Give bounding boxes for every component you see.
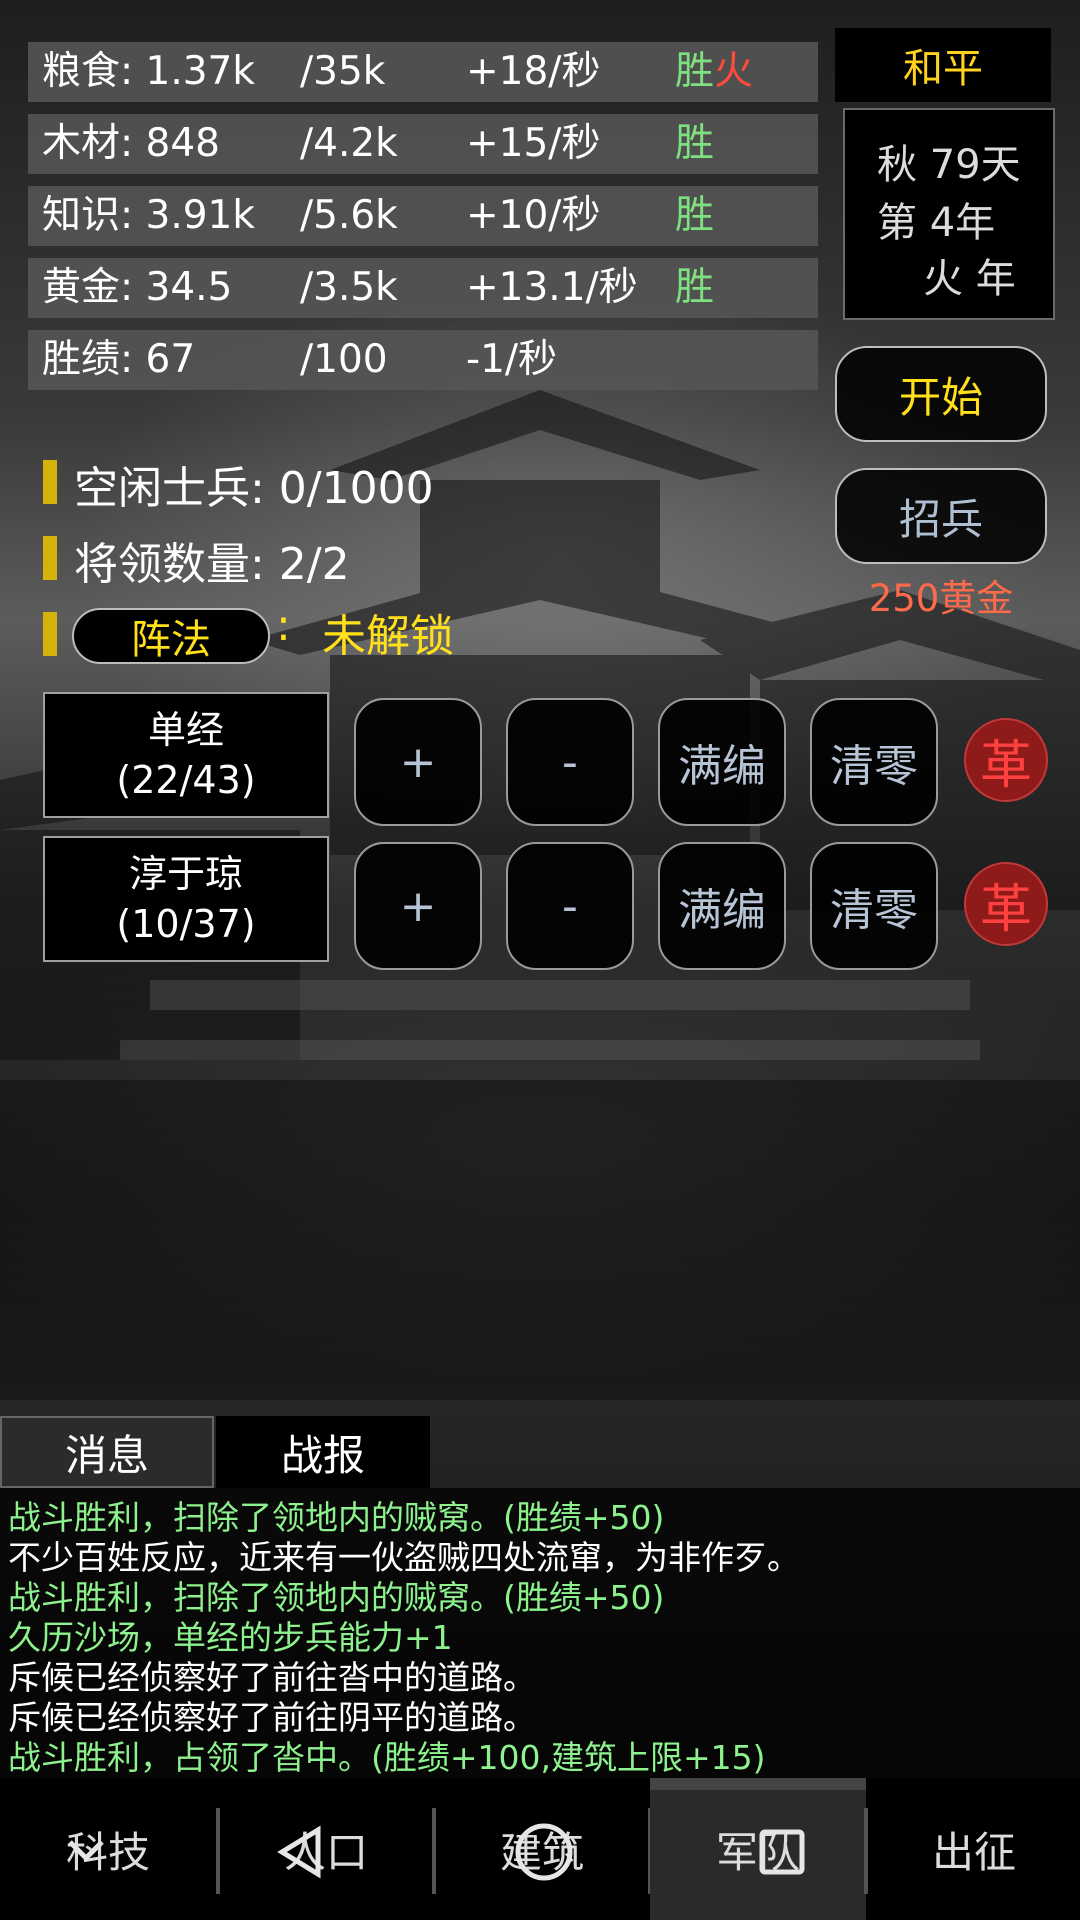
- resource-row-victory: 胜绩: 67 /100 -1/秒: [28, 330, 818, 390]
- resource-name: 胜绩: 67: [42, 337, 196, 382]
- general-count: 将领数量: 2/2: [74, 539, 350, 590]
- resource-rate: +10/秒: [466, 193, 601, 238]
- bullet-marker: [43, 460, 57, 504]
- dismiss-general-button[interactable]: 革: [964, 718, 1048, 802]
- resource-cap: /4.2k: [300, 121, 398, 166]
- log-line: 战斗胜利，占领了沓中。(胜绩+100,建筑上限+15): [8, 1738, 766, 1777]
- general-card[interactable]: 淳于琼 (10/37): [43, 836, 329, 962]
- general-card[interactable]: 单经 (22/43): [43, 692, 329, 818]
- calendar-year: 第 4年: [877, 200, 996, 246]
- general-troops: (22/43): [116, 758, 256, 802]
- resource-name: 木材: 848: [42, 121, 220, 166]
- resource-name: 知识: 3.91k: [42, 193, 255, 238]
- formation-status: 未解锁: [322, 611, 454, 662]
- log-line: 不少百姓反应，近来有一伙盗贼四处流窜，为非作歹。: [8, 1538, 800, 1577]
- home-icon[interactable]: [510, 1818, 578, 1886]
- fill-troops-button[interactable]: 满编: [658, 698, 786, 826]
- log-line: 战斗胜利，扫除了领地内的贼窝。(胜绩+50): [8, 1498, 665, 1537]
- peace-status-badge: 和平: [835, 28, 1051, 102]
- resource-cap: /3.5k: [300, 265, 398, 310]
- resource-status: 胜: [675, 121, 715, 166]
- general-name: 单经: [147, 708, 224, 752]
- recruit-cost: 250黄金: [868, 577, 1014, 620]
- resource-status: 胜火: [675, 49, 754, 94]
- active-tab-indicator: [650, 1778, 866, 1790]
- resource-cap: /35k: [300, 49, 386, 94]
- resource-status: 胜: [675, 265, 715, 310]
- resource-rate: +18/秒: [466, 49, 601, 94]
- log-line: 斥候已经侦察好了前往沓中的道路。: [8, 1658, 536, 1697]
- tab-messages[interactable]: 消息: [0, 1416, 214, 1488]
- calendar-season-day: 秋 79天: [877, 142, 1021, 188]
- chevron-down-icon[interactable]: [66, 1836, 106, 1866]
- clear-troops-button[interactable]: 清零: [810, 842, 938, 970]
- remove-troops-button[interactable]: -: [506, 698, 634, 826]
- back-icon[interactable]: [270, 1822, 330, 1882]
- add-troops-button[interactable]: +: [354, 842, 482, 970]
- resource-row-food: 粮食: 1.37k /35k +18/秒 胜火: [28, 42, 818, 102]
- resource-rate: +15/秒: [466, 121, 601, 166]
- calendar-panel: 秋 79天 第 4年 火 年: [843, 108, 1055, 320]
- bullet-marker: [43, 612, 57, 656]
- resource-status: 胜: [675, 193, 715, 238]
- tab-battle-report[interactable]: 战报: [216, 1416, 430, 1488]
- resource-name: 黄金: 34.5: [42, 265, 233, 310]
- idle-soldiers: 空闲士兵: 0/1000: [74, 463, 434, 514]
- resource-row-knowledge: 知识: 3.91k /5.6k +10/秒 胜: [28, 186, 818, 246]
- nav-expedition[interactable]: 出征: [866, 1778, 1080, 1920]
- general-name: 淳于琼: [128, 852, 243, 896]
- formation-colon: :: [276, 600, 291, 651]
- resource-cap: /100: [300, 337, 388, 382]
- bullet-marker: [43, 536, 57, 580]
- formation-button[interactable]: 阵法: [72, 608, 270, 664]
- resource-name: 粮食: 1.37k: [42, 49, 255, 94]
- resource-rate: +13.1/秒: [466, 265, 638, 310]
- log-line: 战斗胜利，扫除了领地内的贼窝。(胜绩+50): [8, 1578, 665, 1617]
- log-line: 久历沙场，单经的步兵能力+1: [8, 1618, 453, 1657]
- dismiss-general-button[interactable]: 革: [964, 862, 1048, 946]
- nav-tech[interactable]: 科技: [0, 1778, 216, 1920]
- calendar-element-year: 火 年: [923, 256, 1016, 302]
- start-button[interactable]: 开始: [835, 346, 1047, 442]
- resource-row-gold: 黄金: 34.5 /3.5k +13.1/秒 胜: [28, 258, 818, 318]
- battle-log: 战斗胜利，扫除了领地内的贼窝。(胜绩+50) 不少百姓反应，近来有一伙盗贼四处流…: [0, 1488, 1080, 1778]
- recents-icon[interactable]: [752, 1822, 812, 1882]
- log-line: 斥候已经侦察好了前往阴平的道路。: [8, 1698, 536, 1737]
- resource-rate: -1/秒: [466, 337, 558, 382]
- resource-cap: /5.6k: [300, 193, 398, 238]
- recruit-button[interactable]: 招兵: [835, 468, 1047, 564]
- general-troops: (10/37): [116, 902, 256, 946]
- add-troops-button[interactable]: +: [354, 698, 482, 826]
- remove-troops-button[interactable]: -: [506, 842, 634, 970]
- bottom-nav: 科技 人口 建筑 军队 出征: [0, 1778, 1080, 1920]
- clear-troops-button[interactable]: 清零: [810, 698, 938, 826]
- fill-troops-button[interactable]: 满编: [658, 842, 786, 970]
- resource-row-wood: 木材: 848 /4.2k +15/秒 胜: [28, 114, 818, 174]
